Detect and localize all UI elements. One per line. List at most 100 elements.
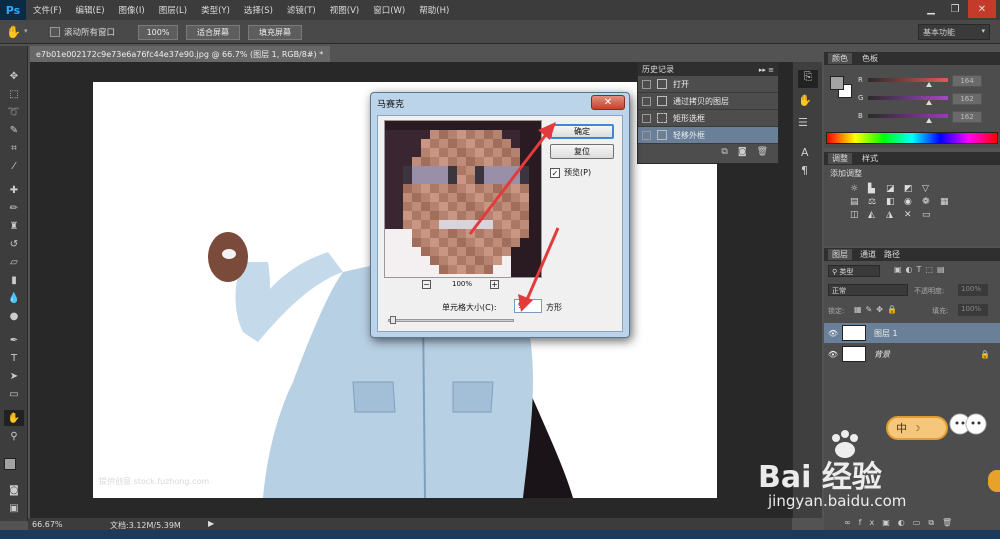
quick-select-tool-icon[interactable]: ✎	[4, 122, 24, 138]
posterize-icon[interactable]: ◭	[868, 210, 884, 220]
tab-swatches[interactable]: 色板	[862, 53, 878, 64]
properties-icon[interactable]: ✋	[798, 94, 812, 107]
blend-mode-dropdown[interactable]: 正常	[828, 284, 908, 296]
photo-filter-icon[interactable]: ◉	[904, 197, 920, 207]
dialog-close-button[interactable]: ✕	[591, 95, 625, 110]
menu-item[interactable]: 编辑(E)	[69, 4, 112, 16]
menu-item[interactable]: 选择(S)	[237, 4, 280, 16]
black-white-icon[interactable]: ◧	[886, 197, 902, 207]
crop-tool-icon[interactable]: ⌗	[4, 140, 24, 156]
history-item[interactable]: 打开	[638, 76, 778, 93]
tab-styles[interactable]: 样式	[862, 153, 878, 164]
cell-size-slider-thumb[interactable]	[390, 316, 396, 324]
curves-icon[interactable]: ◪	[886, 184, 902, 194]
snapshot-camera-icon[interactable]: ◙	[738, 147, 747, 157]
layer-row[interactable]: 👁 背景 🔒	[824, 344, 1000, 364]
shape-tool-icon[interactable]: ▭	[4, 386, 24, 402]
zoom-100-button[interactable]: 100%	[138, 25, 178, 40]
screen-mode-icon[interactable]: ▣	[4, 500, 24, 516]
fill-input[interactable]: 100%	[958, 304, 988, 316]
channel-r-value[interactable]: 164	[952, 75, 982, 87]
ime-indicator[interactable]: 中 ☽	[886, 416, 948, 440]
reset-button[interactable]: 复位	[550, 144, 614, 159]
threshold-icon[interactable]: ◮	[886, 210, 902, 220]
history-item-selected[interactable]: 轻移外框	[638, 127, 778, 144]
preview-checkbox[interactable]: ✓	[550, 168, 560, 178]
menu-item[interactable]: 滤镜(T)	[280, 4, 323, 16]
brush-tool-icon[interactable]: ✏	[4, 200, 24, 216]
path-select-tool-icon[interactable]: ➤	[4, 368, 24, 384]
zoom-level[interactable]: 66.67%	[32, 520, 63, 529]
cell-size-input[interactable]: 9	[514, 299, 542, 313]
side-badge[interactable]	[988, 470, 1000, 492]
menu-item[interactable]: 文件(F)	[26, 4, 69, 16]
trash-icon[interactable]: 🗑	[757, 147, 768, 157]
scroll-all-windows-checkbox[interactable]	[50, 27, 60, 37]
minimize-button[interactable]: ▁	[920, 0, 942, 18]
brightness-icon[interactable]: ☼	[850, 184, 866, 194]
history-source-box[interactable]	[642, 79, 651, 89]
quick-mask-icon[interactable]: ◙	[4, 482, 24, 498]
eye-icon[interactable]: 👁	[824, 350, 842, 359]
layer-name[interactable]: 图层 1	[874, 328, 898, 339]
character-panel-icon[interactable]: A	[801, 146, 809, 159]
exposure-icon[interactable]: ◩	[904, 184, 920, 194]
type-tool-icon[interactable]: T	[4, 350, 24, 366]
channel-r-slider[interactable]	[868, 78, 948, 87]
dodge-tool-icon[interactable]: ●	[4, 308, 24, 324]
channel-mixer-icon[interactable]: ❁	[922, 197, 938, 207]
channel-g-slider[interactable]	[868, 96, 948, 105]
selective-color-icon[interactable]: ✕	[904, 210, 920, 220]
menu-item[interactable]: 图层(L)	[152, 4, 194, 16]
tab-adjustments[interactable]: 调整	[828, 153, 852, 164]
slider-thumb[interactable]	[926, 100, 932, 105]
marquee-tool-icon[interactable]: ⬚	[4, 86, 24, 102]
layer-filter-dropdown[interactable]: ⚲ 类型	[828, 265, 880, 277]
color-balance-icon[interactable]: ⚖	[868, 197, 884, 207]
levels-icon[interactable]: ▙	[868, 184, 884, 194]
panel-menu-icon[interactable]: ▸▸ ≡	[759, 66, 774, 74]
layer-filter-icons[interactable]: ▣◐T⬚▤	[894, 265, 949, 274]
new-document-from-state-icon[interactable]: ⧉	[721, 147, 727, 157]
menu-item[interactable]: 类型(Y)	[194, 4, 237, 16]
foreground-color-chip[interactable]	[830, 76, 844, 90]
blur-tool-icon[interactable]: 💧	[4, 290, 24, 306]
tab-channels[interactable]: 通道	[860, 249, 876, 260]
history-item[interactable]: 通过拷贝的图层	[638, 93, 778, 110]
layer-footer-icons[interactable]: ∞fx▣◐▭⧉🗑	[844, 518, 960, 528]
history-brush-tool-icon[interactable]: ↺	[4, 236, 24, 252]
hand-tool-active-icon[interactable]: ✋	[4, 410, 24, 426]
vibrance-icon[interactable]: ▽	[922, 184, 938, 194]
close-window-button[interactable]: ✕	[968, 0, 996, 18]
move-tool-icon[interactable]: ✥	[4, 68, 24, 84]
lasso-tool-icon[interactable]: ➰	[4, 104, 24, 120]
channel-b-value[interactable]: 162	[952, 111, 982, 123]
history-source-box[interactable]	[642, 130, 651, 140]
fit-screen-button[interactable]: 适合屏幕	[186, 25, 240, 40]
tab-color[interactable]: 颜色	[828, 53, 852, 64]
pen-tool-icon[interactable]: ✒	[4, 332, 24, 348]
slider-thumb[interactable]	[926, 82, 932, 87]
workspace-dropdown[interactable]: 基本功能 ▾	[918, 24, 990, 40]
menu-item[interactable]: 图像(I)	[112, 4, 152, 16]
tool-preset-dropdown-icon[interactable]: ▾	[24, 27, 28, 35]
menu-item[interactable]: 帮助(H)	[412, 4, 456, 16]
history-source-box[interactable]	[642, 96, 651, 106]
document-tab[interactable]: e7b01e002172c9e73e6a76fc44e37e90.jpg @ 6…	[30, 46, 330, 62]
tab-paths[interactable]: 路径	[884, 249, 900, 260]
lock-icons[interactable]: ▦✎✥🔒	[854, 305, 901, 314]
eye-icon[interactable]: 👁	[824, 329, 842, 338]
channel-b-slider[interactable]	[868, 114, 948, 123]
eraser-tool-icon[interactable]: ▱	[4, 254, 24, 270]
restore-button[interactable]: ❐	[944, 0, 966, 18]
menu-item[interactable]: 窗口(W)	[366, 4, 412, 16]
healing-brush-tool-icon[interactable]: ✚	[4, 182, 24, 198]
cell-size-slider-track[interactable]	[388, 319, 514, 322]
layer-name[interactable]: 背景	[874, 349, 890, 360]
hue-saturation-icon[interactable]: ▤	[850, 197, 866, 207]
gradient-map-icon[interactable]: ▭	[922, 210, 938, 220]
zoom-in-button[interactable]: +	[490, 280, 499, 289]
gradient-tool-icon[interactable]: ▮	[4, 272, 24, 288]
ok-button[interactable]: 确定	[550, 124, 614, 139]
history-panel-icon[interactable]: ⎘	[798, 70, 818, 88]
